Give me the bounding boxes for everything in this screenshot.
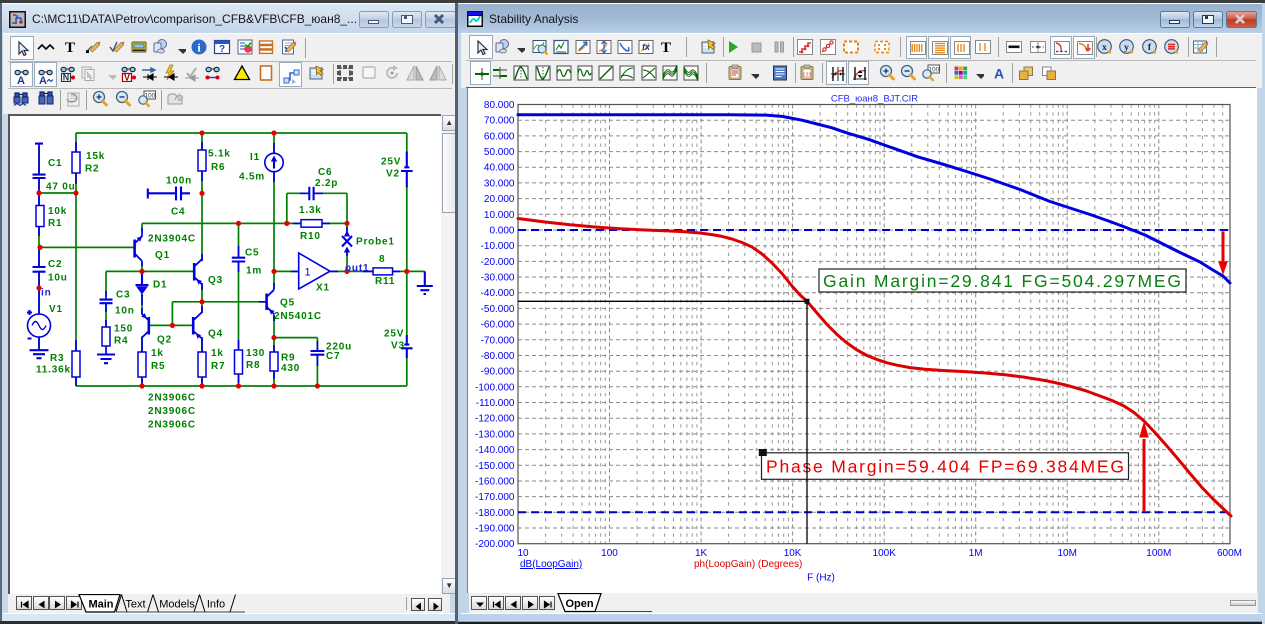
svg-text:70.000: 70.000: [484, 116, 515, 127]
svg-text:ph(LoopGain) (Degrees): ph(LoopGain) (Degrees): [694, 559, 802, 570]
svg-text:F (Hz): F (Hz): [807, 573, 835, 584]
svg-text:10K: 10K: [784, 548, 802, 559]
svg-text:-110.000: -110.000: [476, 398, 515, 409]
svg-text:100K: 100K: [873, 548, 897, 559]
svg-text:Phase Margin=59.404 FP=69.384M: Phase Margin=59.404 FP=69.384MEG: [766, 457, 1124, 477]
svg-text:10.000: 10.000: [484, 210, 515, 221]
svg-text:-130.000: -130.000: [475, 429, 515, 440]
svg-text:100: 100: [601, 548, 618, 559]
svg-text:-100.000: -100.000: [475, 382, 515, 393]
svg-text:50.000: 50.000: [484, 147, 515, 158]
svg-text:-90.000: -90.000: [481, 367, 515, 378]
svg-text:CFB_юан8_BJT.CIR: CFB_юан8_BJT.CIR: [831, 94, 918, 105]
svg-text:-180.000: -180.000: [475, 508, 515, 519]
svg-text:-50.000: -50.000: [481, 304, 515, 315]
svg-text:-170.000: -170.000: [475, 492, 515, 503]
svg-text:40.000: 40.000: [484, 163, 515, 174]
svg-text:-190.000: -190.000: [475, 524, 515, 535]
svg-text:-30.000: -30.000: [481, 273, 515, 284]
svg-text:20.000: 20.000: [484, 194, 515, 205]
svg-text:-10.000: -10.000: [481, 241, 515, 252]
svg-text:1K: 1K: [695, 548, 708, 559]
svg-text:1M: 1M: [969, 548, 983, 559]
svg-text:600M: 600M: [1217, 548, 1242, 559]
svg-text:-20.000: -20.000: [481, 257, 515, 268]
svg-text:-120.000: -120.000: [475, 414, 515, 425]
svg-text:-70.000: -70.000: [481, 335, 515, 346]
svg-text:30.000: 30.000: [484, 178, 515, 189]
svg-text:-140.000: -140.000: [475, 445, 515, 456]
svg-text:100M: 100M: [1146, 548, 1171, 559]
svg-text:-80.000: -80.000: [481, 351, 515, 362]
svg-text:-160.000: -160.000: [475, 477, 515, 488]
svg-text:60.000: 60.000: [484, 131, 515, 142]
svg-text:-200.000: -200.000: [475, 539, 515, 550]
svg-text:dB(LoopGain): dB(LoopGain): [520, 559, 582, 570]
svg-text:0.000: 0.000: [489, 226, 514, 237]
svg-text:10M: 10M: [1057, 548, 1076, 559]
svg-text:-60.000: -60.000: [481, 320, 515, 331]
svg-text:-150.000: -150.000: [475, 461, 515, 472]
svg-text:10: 10: [517, 548, 529, 559]
svg-text:-40.000: -40.000: [481, 288, 515, 299]
svg-text:80.000: 80.000: [484, 100, 515, 111]
